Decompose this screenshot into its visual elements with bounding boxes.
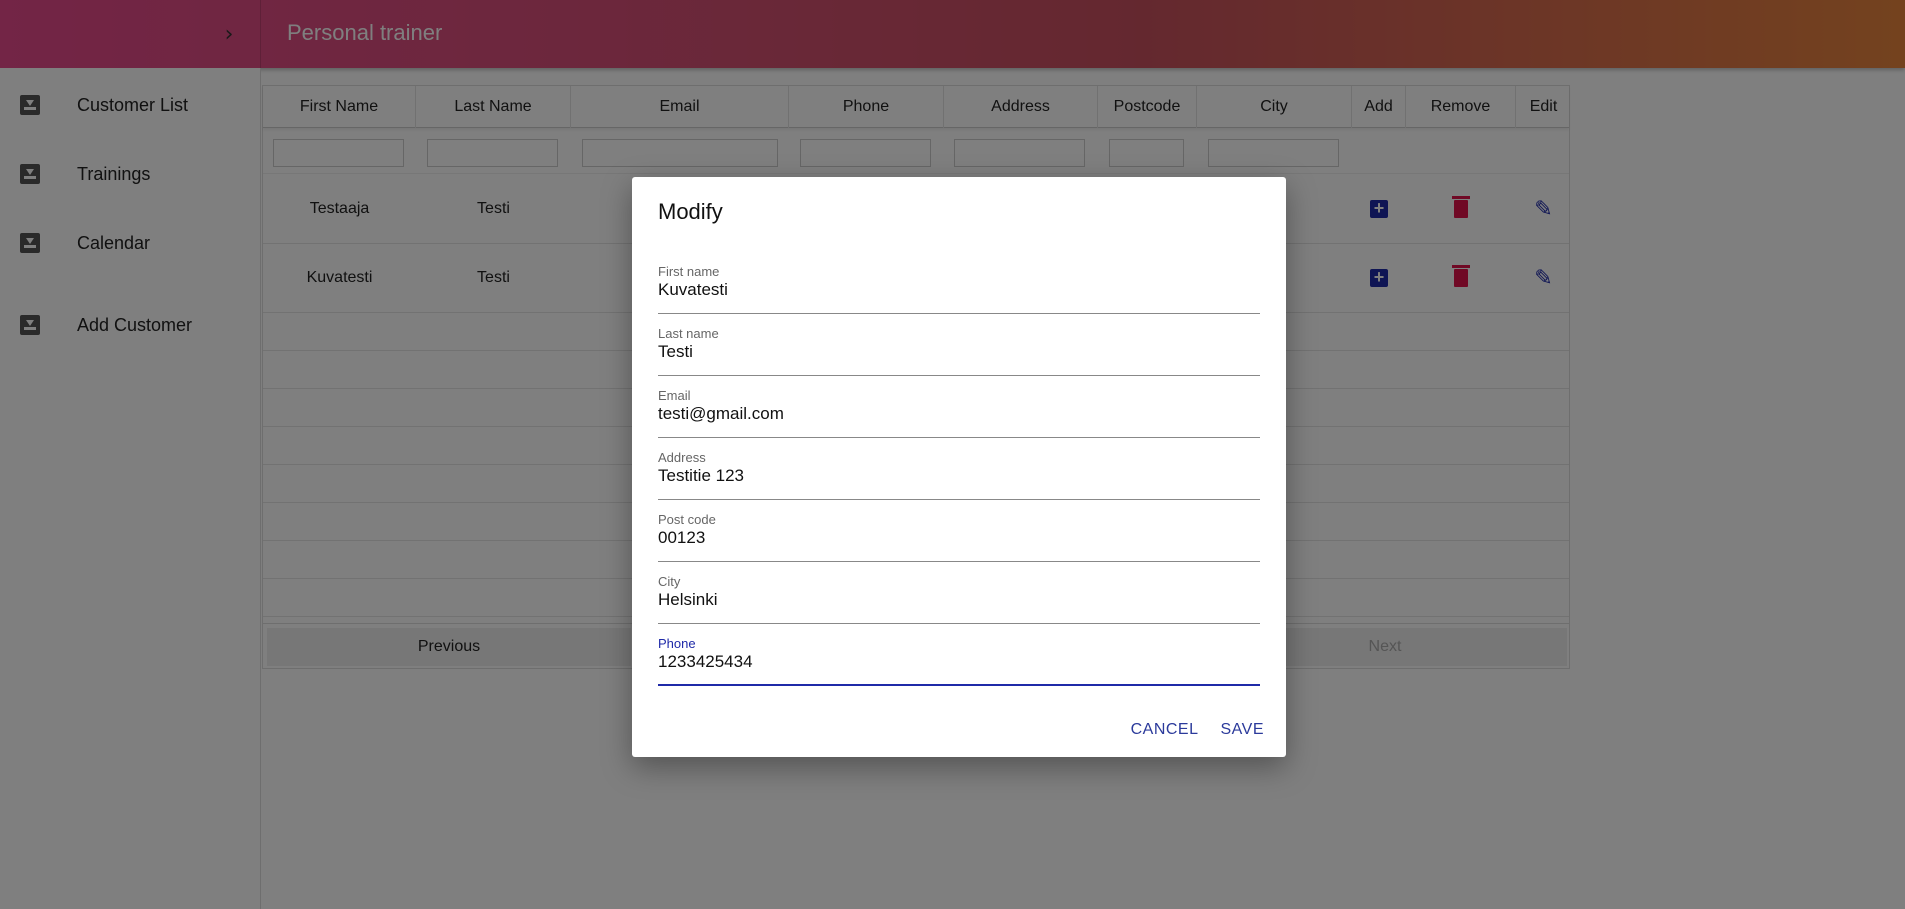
last-name-field: Last name (658, 326, 1260, 376)
phone-field: Phone (658, 636, 1260, 686)
email-input[interactable] (658, 404, 1260, 424)
first-name-input[interactable] (658, 280, 1260, 300)
city-input[interactable] (658, 590, 1260, 610)
field-label: Post code (658, 512, 716, 527)
post-code-input[interactable] (658, 528, 1260, 548)
field-label: First name (658, 264, 720, 279)
field-label: Phone (658, 636, 696, 651)
city-field: City (658, 574, 1260, 624)
field-label: Last name (658, 326, 719, 341)
email-field: Email (658, 388, 1260, 438)
last-name-input[interactable] (658, 342, 1260, 362)
address-field: Address (658, 450, 1260, 500)
first-name-field: First name (658, 264, 1260, 314)
cancel-button[interactable]: CANCEL (1131, 721, 1199, 739)
post-code-field: Post code (658, 512, 1260, 562)
address-input[interactable] (658, 466, 1260, 486)
field-label: City (658, 574, 681, 589)
save-button[interactable]: SAVE (1221, 721, 1265, 739)
field-label: Address (658, 450, 706, 465)
phone-input[interactable] (658, 652, 1260, 672)
modify-dialog: Modify First name Last name Email Addres… (632, 177, 1286, 757)
dialog-title: Modify (658, 199, 723, 224)
dialog-actions: CANCEL SAVE (1131, 721, 1264, 739)
field-label: Email (658, 388, 691, 403)
